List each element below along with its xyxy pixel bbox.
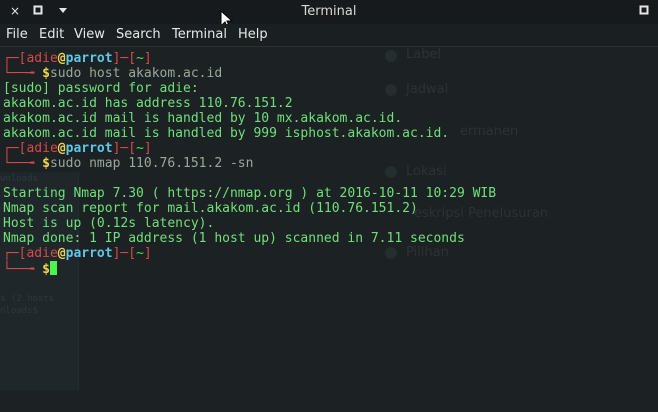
command-text: sudo host akakom.ac.id (49, 66, 223, 81)
scrollbar[interactable] (654, 47, 658, 412)
prompt-at: @ (57, 246, 66, 261)
prompt-dir: ~ (136, 51, 144, 66)
prompt-bracket-close: ] (143, 141, 152, 156)
prompt-arrow: └──╼ (3, 262, 43, 277)
prompt-host: parrot (65, 141, 113, 156)
prompt-bracket-mid: ]─[ (112, 51, 137, 66)
command-line: └──╼ $sudo nmap 110.76.151.2 -sn (3, 156, 253, 171)
prompt-dollar: $ (42, 66, 50, 81)
terminal-window: × Terminal File Edit View Search Termina… (0, 0, 658, 412)
command-line[interactable]: └──╼ $ (3, 261, 57, 277)
maximize-window-icon[interactable] (637, 4, 651, 18)
prompt-user: adie (26, 51, 58, 66)
output-line: akakom.ac.id mail is handled by 10 mx.ak… (3, 111, 403, 126)
prompt-dollar: $ (42, 262, 50, 277)
window-title: Terminal (301, 4, 357, 19)
menu-edit[interactable]: Edit (39, 27, 64, 42)
output-line: akakom.ac.id has address 110.76.151.2 (3, 96, 293, 111)
menu-view[interactable]: View (74, 27, 105, 42)
prompt-bracket-open: ┌─[ (3, 51, 27, 66)
prompt-arrow: └──╼ (3, 66, 43, 81)
prompt-user: adie (26, 141, 58, 156)
command-line: └──╼ $sudo host akakom.ac.id (3, 66, 222, 81)
prompt-user: adie (26, 246, 58, 261)
menu-divider (0, 46, 658, 47)
menu-bar: File Edit View Search Terminal Help (0, 24, 658, 46)
output-line: Host is up (0.12s latency). (3, 216, 215, 231)
output-line: Starting Nmap 7.30 ( https://nmap.org ) … (3, 186, 497, 201)
prompt-bracket-open: ┌─[ (3, 246, 27, 261)
prompt-at: @ (57, 141, 66, 156)
prompt-line: ┌─[adie@parrot]─[~] (3, 141, 152, 156)
prompt-bracket-mid: ]─[ (112, 141, 137, 156)
prompt-host: parrot (65, 246, 113, 261)
command-text: sudo nmap 110.76.151.2 -sn (49, 156, 254, 171)
prompt-host: parrot (65, 51, 113, 66)
menu-help[interactable]: Help (238, 27, 268, 42)
output-line: [sudo] password for adie: (3, 81, 199, 96)
prompt-dir: ~ (136, 141, 144, 156)
prompt-arrow: └──╼ (3, 156, 43, 171)
prompt-dir: ~ (136, 246, 144, 261)
prompt-bracket-mid: ]─[ (112, 246, 137, 261)
output-line: Nmap scan report for mail.akakom.ac.id (… (3, 201, 418, 216)
prompt-bracket-open: ┌─[ (3, 141, 27, 156)
output-line: akakom.ac.id mail is handled by 999 isph… (3, 126, 450, 141)
prompt-dollar: $ (42, 156, 50, 171)
prompt-bracket-close: ] (143, 51, 152, 66)
text-cursor (49, 261, 57, 275)
prompt-at: @ (57, 51, 66, 66)
terminal-output[interactable]: ┌─[adie@parrot]─[~] └──╼ $sudo host akak… (0, 50, 658, 412)
menu-search[interactable]: Search (116, 27, 161, 42)
prompt-line: ┌─[adie@parrot]─[~] (3, 246, 152, 261)
output-line: Nmap done: 1 IP address (1 host up) scan… (3, 231, 465, 246)
menu-terminal[interactable]: Terminal (172, 27, 227, 42)
prompt-bracket-close: ] (143, 246, 152, 261)
prompt-line: ┌─[adie@parrot]─[~] (3, 51, 152, 66)
title-bar[interactable]: × Terminal (0, 0, 658, 24)
menu-file[interactable]: File (6, 27, 28, 42)
